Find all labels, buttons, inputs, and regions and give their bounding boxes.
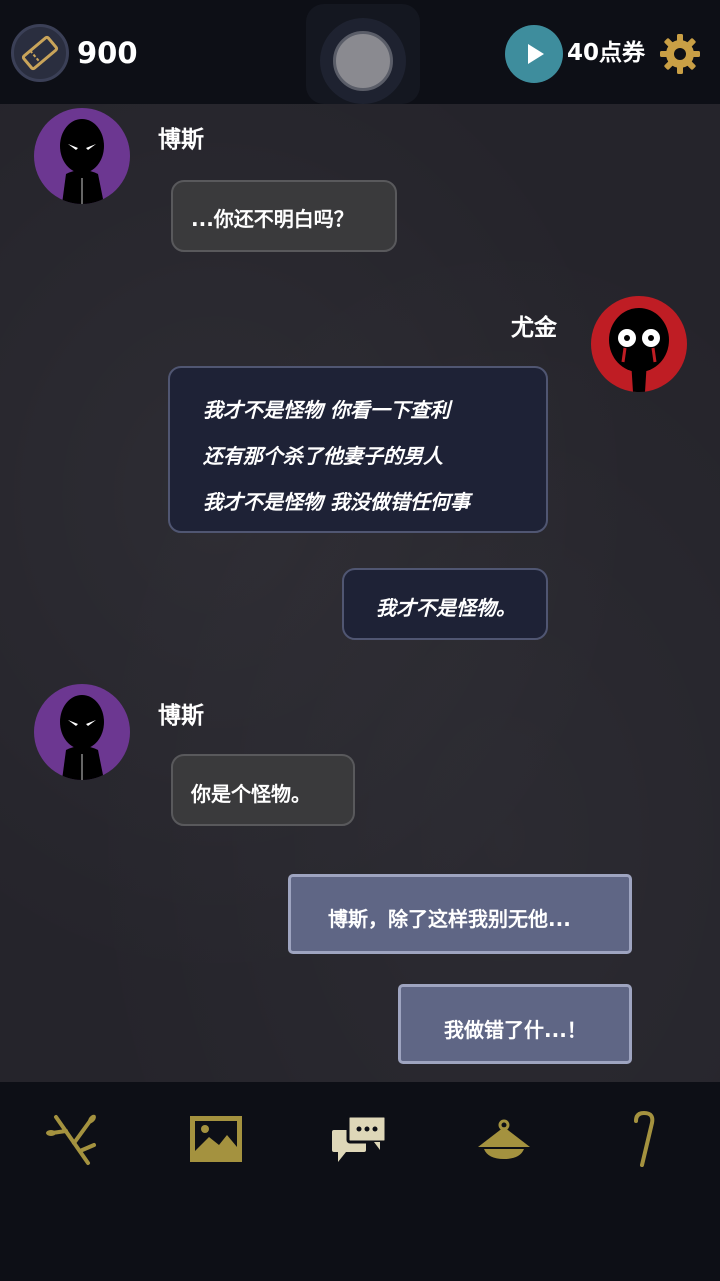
eugene-avatar[interactable] bbox=[591, 296, 687, 392]
message-text: 我才不是怪物。 bbox=[376, 596, 516, 620]
home-button[interactable] bbox=[333, 31, 393, 91]
lamp-icon[interactable] bbox=[459, 1104, 549, 1174]
speaker-name: 博斯 bbox=[158, 703, 204, 729]
chat-log[interactable]: 博斯 ...你还不明白吗？ 尤金 我才不是怪物 你看一下查利 还有那个杀了他妻子… bbox=[0, 104, 720, 1082]
message-bubble: ...你还不明白吗？ bbox=[171, 180, 397, 252]
points-label: 40点券 bbox=[567, 40, 646, 66]
gear-icon[interactable] bbox=[658, 32, 702, 76]
message-bubble: 我才不是怪物。 bbox=[342, 568, 548, 640]
play-icon[interactable] bbox=[505, 25, 563, 83]
speaker-name: 博斯 bbox=[158, 127, 204, 153]
cane-icon[interactable] bbox=[603, 1104, 693, 1174]
message-text: ...你还不明白吗？ bbox=[191, 207, 354, 231]
message-text: 还有那个杀了他妻子的男人 bbox=[203, 444, 443, 468]
bottom-nav bbox=[0, 1082, 720, 1281]
boss-avatar[interactable] bbox=[34, 684, 130, 780]
message-text: 我才不是怪物 你看一下查利 bbox=[203, 398, 450, 422]
reply-choice-text: 我做错了什...！ bbox=[444, 1018, 587, 1042]
message-bubble: 我才不是怪物 你看一下查利 还有那个杀了他妻子的男人 我才不是怪物 我没做错任何… bbox=[168, 366, 548, 533]
reply-choice-text: 博斯，除了这样我别无他... bbox=[328, 907, 571, 931]
message-bubble: 你是个怪物。 bbox=[171, 754, 355, 826]
branch-icon[interactable] bbox=[29, 1104, 119, 1174]
message-text: 你是个怪物。 bbox=[191, 782, 311, 806]
reply-choice-button[interactable]: 我做错了什...！ bbox=[398, 984, 632, 1064]
reply-choice-button[interactable]: 博斯，除了这样我别无他... bbox=[288, 874, 632, 954]
game-screen: 900 40点券 博斯 ...你还不明白吗？ 尤金 我才不是怪物 你看一下查利 … bbox=[0, 0, 720, 1281]
chat-icon[interactable] bbox=[315, 1104, 405, 1174]
speaker-name: 尤金 bbox=[511, 315, 557, 341]
gallery-icon[interactable] bbox=[171, 1104, 261, 1174]
message-text: 我才不是怪物 我没做错任何事 bbox=[203, 490, 470, 514]
ticket-icon[interactable] bbox=[11, 24, 69, 82]
ticket-count: 900 bbox=[77, 36, 138, 70]
boss-avatar[interactable] bbox=[34, 108, 130, 204]
top-bar: 900 40点券 bbox=[0, 0, 720, 104]
